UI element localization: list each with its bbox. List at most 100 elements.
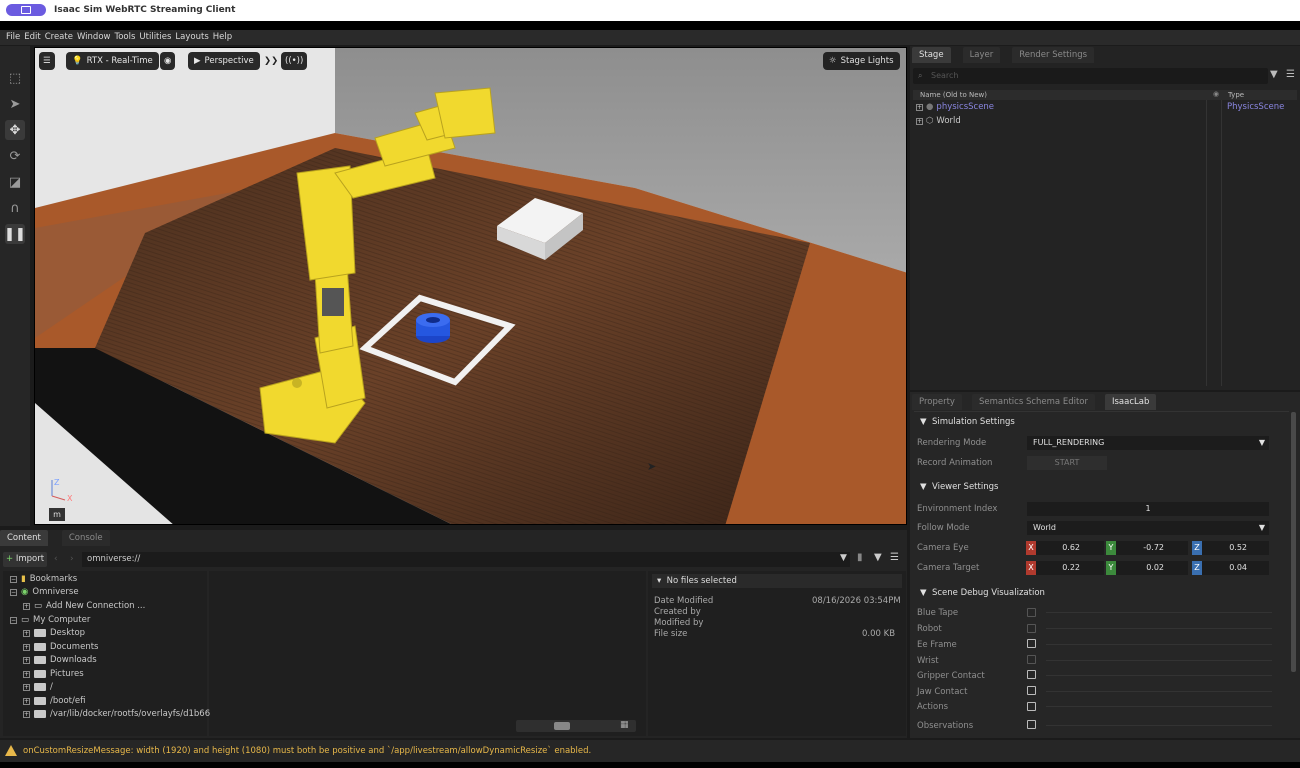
environment-index-field[interactable]: 1 xyxy=(1027,502,1269,516)
grid-view-icon[interactable]: ▦ xyxy=(620,720,629,730)
back-arrow-icon[interactable]: ‹ xyxy=(54,554,58,564)
menu-icon[interactable]: ☰ xyxy=(890,552,899,563)
chevron-down-icon[interactable]: ▼ xyxy=(840,553,847,563)
camera-eye-z[interactable]: 0.52 xyxy=(1202,541,1269,555)
stage-lights-button[interactable]: ☼ Stage Lights xyxy=(823,52,900,70)
filter-icon[interactable]: ▼ xyxy=(874,552,882,563)
jaw-contact-checkbox[interactable] xyxy=(1027,686,1036,695)
path-input[interactable]: omniverse:// xyxy=(82,552,850,567)
tab-isaaclab[interactable]: IsaacLab xyxy=(1105,394,1157,410)
tab-semantics-schema-editor[interactable]: Semantics Schema Editor xyxy=(971,394,1095,410)
tree-row[interactable]: + ● physicsScene xyxy=(916,102,994,112)
divider xyxy=(1046,628,1272,629)
gripper-contact-checkbox[interactable] xyxy=(1027,670,1036,679)
camera-button[interactable]: ▶ Perspective xyxy=(188,52,260,70)
camera-target-z[interactable]: 0.04 xyxy=(1202,561,1269,575)
expand-chevron-icon[interactable]: ❯❯ xyxy=(261,52,281,70)
eye-icon[interactable]: ◉ xyxy=(160,52,176,70)
column-type[interactable]: Type xyxy=(1228,91,1244,99)
stage-search-input[interactable]: Search xyxy=(913,68,1268,84)
tab-console[interactable]: Console xyxy=(61,530,110,546)
tab-property[interactable]: Property xyxy=(912,394,962,410)
move-icon[interactable]: ✥ xyxy=(5,120,25,140)
menu-utilities[interactable]: Utilities xyxy=(139,30,171,45)
app-icon xyxy=(6,4,46,16)
forward-arrow-icon[interactable]: › xyxy=(70,554,74,564)
slider-handle[interactable] xyxy=(554,722,570,730)
render-mode-button[interactable]: 💡 RTX - Real-Time xyxy=(66,52,159,70)
scene-debug-header[interactable]: ▼ Scene Debug Visualization xyxy=(920,588,1045,598)
tab-render-settings[interactable]: Render Settings xyxy=(1012,47,1095,63)
snap-magnet-icon[interactable]: ∩ xyxy=(5,198,25,218)
menu-layouts[interactable]: Layouts xyxy=(175,30,208,45)
debug-item-label: Jaw Contact xyxy=(917,687,968,697)
viewport[interactable]: ☰ 💡 RTX - Real-Time ◉ ▶ Perspective ❯❯ (… xyxy=(34,47,907,525)
blue-tape-checkbox[interactable] xyxy=(1027,608,1036,617)
stage-panel: Stage Layer Render Settings Search ⌕ ▼ ☰… xyxy=(910,46,1300,390)
debug-item-label: Actions xyxy=(917,702,949,712)
robot-checkbox[interactable] xyxy=(1027,624,1036,633)
tree-root[interactable]: + / xyxy=(23,682,53,692)
menu-window[interactable]: Window xyxy=(77,30,111,45)
menu-edit[interactable]: Edit xyxy=(24,30,40,45)
follow-mode-select[interactable]: World ▼ xyxy=(1027,521,1269,535)
tree-documents[interactable]: + Documents xyxy=(23,642,98,652)
tree-desktop[interactable]: + Desktop xyxy=(23,628,85,638)
column-name[interactable]: Name (Old to New) xyxy=(920,91,987,99)
menu-tools[interactable]: Tools xyxy=(114,30,135,45)
camera-eye-x[interactable]: 0.62 xyxy=(1036,541,1104,555)
actions-checkbox[interactable] xyxy=(1027,702,1036,711)
menu-create[interactable]: Create xyxy=(45,30,73,45)
file-size-value: 0.00 KB xyxy=(862,629,896,639)
record-animation-label: Record Animation xyxy=(917,458,993,468)
tab-content[interactable]: Content xyxy=(0,530,48,546)
tree-pictures[interactable]: + Pictures xyxy=(23,669,84,679)
viewport-settings-icon[interactable]: ☰ xyxy=(39,52,55,70)
filter-icon[interactable]: ▼ xyxy=(1270,69,1278,80)
observations-checkbox[interactable] xyxy=(1027,720,1036,729)
camera-target-x[interactable]: 0.22 xyxy=(1036,561,1104,575)
status-bar: onCustomResizeMessage: width (1920) and … xyxy=(0,740,1300,762)
divider xyxy=(1046,706,1272,707)
simulation-settings-header[interactable]: ▼ Simulation Settings xyxy=(920,417,1015,427)
viewer-settings-header[interactable]: ▼ Viewer Settings xyxy=(920,482,998,492)
scale-icon[interactable]: ◪ xyxy=(5,172,25,192)
scrollbar[interactable] xyxy=(1291,412,1296,672)
select-arrow-icon[interactable]: ➤ xyxy=(5,94,25,114)
tree-row[interactable]: + ⬡ World xyxy=(916,116,961,126)
tree-boot-efi[interactable]: +/boot/efi xyxy=(23,696,85,706)
menu-icon[interactable]: ☰ xyxy=(1286,69,1295,80)
folder-icon xyxy=(34,643,46,651)
rotate-icon[interactable]: ⟳ xyxy=(5,146,25,166)
camera-target-y[interactable]: 0.02 xyxy=(1116,561,1188,575)
rendering-mode-select[interactable]: FULL_RENDERING ▼ xyxy=(1027,436,1269,450)
tree-omniverse[interactable]: − ◉ Omniverse xyxy=(10,587,79,597)
bookmark-icon[interactable]: ▮ xyxy=(857,552,863,563)
frame-select-icon[interactable]: ⬚ xyxy=(5,68,25,88)
start-button[interactable]: START xyxy=(1027,456,1107,470)
tree-bookmarks[interactable]: − ▮ Bookmarks xyxy=(10,574,77,584)
axis-z-label: Z xyxy=(54,478,60,487)
menu-help[interactable]: Help xyxy=(213,30,232,45)
broadcast-icon[interactable]: ((•)) xyxy=(281,52,308,70)
tree-add-connection[interactable]: + ▭ Add New Connection ... xyxy=(23,601,145,611)
divider xyxy=(1046,691,1272,692)
tree-docker-overlay[interactable]: +/var/lib/docker/rootfs/overlayfs/d1b66 xyxy=(23,709,210,719)
import-button[interactable]: + Import xyxy=(3,552,47,567)
camera-eye-y[interactable]: -0.72 xyxy=(1116,541,1188,555)
tab-stage[interactable]: Stage xyxy=(912,47,951,63)
tab-layer[interactable]: Layer xyxy=(962,47,1001,63)
tree-my-computer[interactable]: − ▭ My Computer xyxy=(10,615,90,625)
zoom-slider[interactable]: ▦ xyxy=(516,720,636,732)
expand-icon[interactable]: + xyxy=(916,117,923,125)
menu-file[interactable]: File xyxy=(6,30,20,45)
units-badge: m xyxy=(49,508,65,521)
pause-icon[interactable]: ❚❚ xyxy=(4,224,26,244)
ee-frame-checkbox[interactable] xyxy=(1027,639,1036,648)
debug-item-label: Observations xyxy=(917,721,974,731)
tree-downloads[interactable]: + Downloads xyxy=(23,655,97,665)
expand-icon[interactable]: + xyxy=(916,103,923,111)
column-divider xyxy=(1221,100,1222,386)
tree-item-type: PhysicsScene xyxy=(1227,102,1285,112)
wrist-checkbox[interactable] xyxy=(1027,655,1036,664)
